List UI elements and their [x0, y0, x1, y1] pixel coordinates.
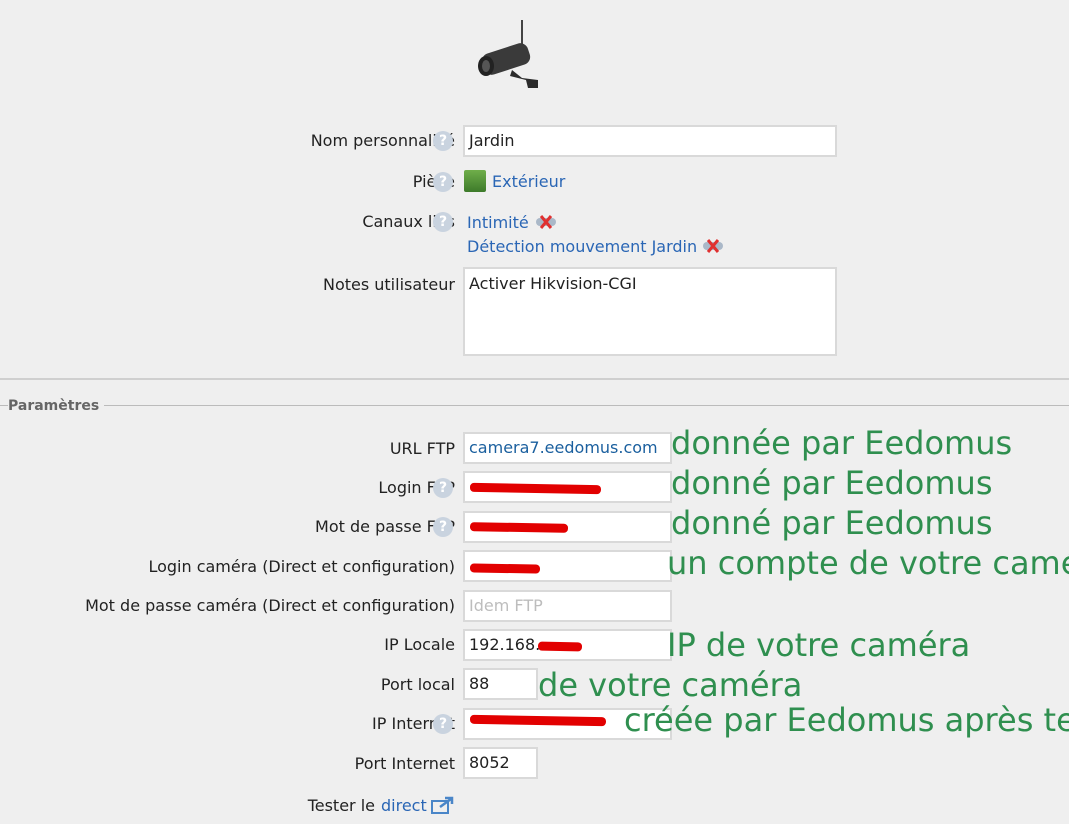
note-login: donné par Eedomus [671, 464, 993, 502]
help-icon[interactable]: ? [433, 478, 453, 498]
help-icon[interactable]: ? [433, 714, 453, 734]
port-internet-label: Port Internet [354, 754, 455, 773]
note-port-local: de votre caméra [538, 666, 803, 704]
cam-pwd-input[interactable]: Idem FTP [463, 590, 672, 622]
cam-login-label: Login caméra (Direct et configuration) [148, 557, 455, 576]
port-local-input[interactable]: 88 [463, 668, 538, 700]
redaction-bar [537, 641, 583, 652]
port-internet-input[interactable]: 8052 [463, 747, 538, 779]
channel-link-2[interactable]: Détection mouvement Jardin [467, 237, 697, 256]
port-local-label: Port local [380, 675, 455, 694]
help-icon[interactable]: ? [433, 131, 453, 151]
external-link-icon[interactable] [431, 796, 455, 814]
name-input[interactable]: Jardin [463, 125, 837, 157]
section-line [0, 405, 8, 406]
room-link[interactable]: Extérieur [492, 172, 565, 191]
remove-link-icon[interactable] [535, 215, 557, 229]
help-icon[interactable]: ? [433, 172, 453, 192]
divider [0, 378, 1069, 380]
url-ftp-label: URL FTP [389, 439, 455, 458]
room-thumbnail-icon [464, 170, 486, 192]
note-url: donnée par Eedomus [671, 424, 1013, 462]
channel-link-1[interactable]: Intimité [467, 213, 529, 232]
camera-icon [478, 20, 538, 88]
note-cam-login: un compte de votre caméra [667, 544, 1069, 582]
redaction-bar [469, 563, 541, 574]
test-label: Tester le [307, 796, 375, 815]
note-ip-internet: créée par Eedomus après tests [624, 701, 1069, 739]
notes-label: Notes utilisateur [322, 275, 455, 294]
ip-local-label: IP Locale [384, 635, 455, 654]
help-icon[interactable]: ? [433, 212, 453, 232]
redaction-bar [469, 522, 569, 533]
section-title: Paramètres [8, 398, 100, 414]
section-line [104, 405, 1069, 406]
help-icon[interactable]: ? [433, 517, 453, 537]
note-ip-local: IP de votre caméra [667, 626, 971, 664]
url-ftp-input[interactable]: camera7.eedomus.com [463, 432, 672, 464]
notes-textarea[interactable]: Activer Hikvision-CGI [463, 267, 837, 356]
test-direct-link[interactable]: direct [381, 796, 427, 815]
remove-link-icon[interactable] [702, 239, 724, 253]
note-pwd: donné par Eedomus [671, 504, 993, 542]
cam-pwd-label: Mot de passe caméra (Direct et configura… [85, 596, 455, 615]
